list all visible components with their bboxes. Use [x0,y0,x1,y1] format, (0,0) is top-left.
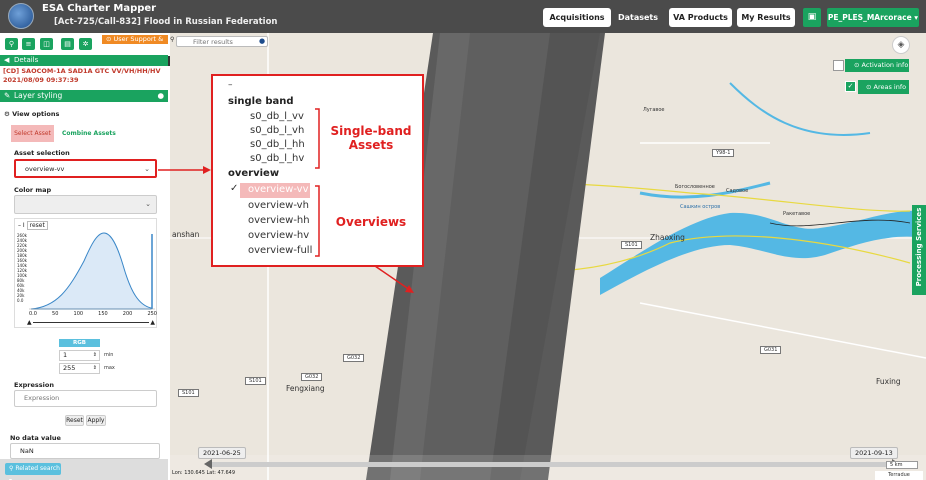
option-s0-db-l-vv[interactable]: s0_db_l_vv [250,111,304,122]
option-s0-db-l-vh[interactable]: s0_db_l_vh [250,125,304,136]
callout-brackets [315,108,320,257]
option-s0-db-l-hv[interactable]: s0_db_l_hv [250,153,304,164]
group-single-band: single band [228,96,294,107]
option-overview-vv[interactable]: overview-vv [248,184,309,195]
callout-dash: – [228,80,233,90]
overviews-label: Overviews [335,215,407,229]
check-icon: ✓ [230,183,239,194]
callout-arrows [158,166,414,293]
option-overview-vh[interactable]: overview-vh [248,200,309,211]
single-band-assets-label: Single-band Assets [330,124,412,152]
option-overview-hh[interactable]: overview-hh [248,215,310,226]
option-overview-full[interactable]: overview-full [248,245,312,256]
option-overview-hv[interactable]: overview-hv [248,230,309,241]
option-s0-db-l-hh[interactable]: s0_db_l_hh [250,139,305,150]
group-overview: overview [228,168,280,179]
